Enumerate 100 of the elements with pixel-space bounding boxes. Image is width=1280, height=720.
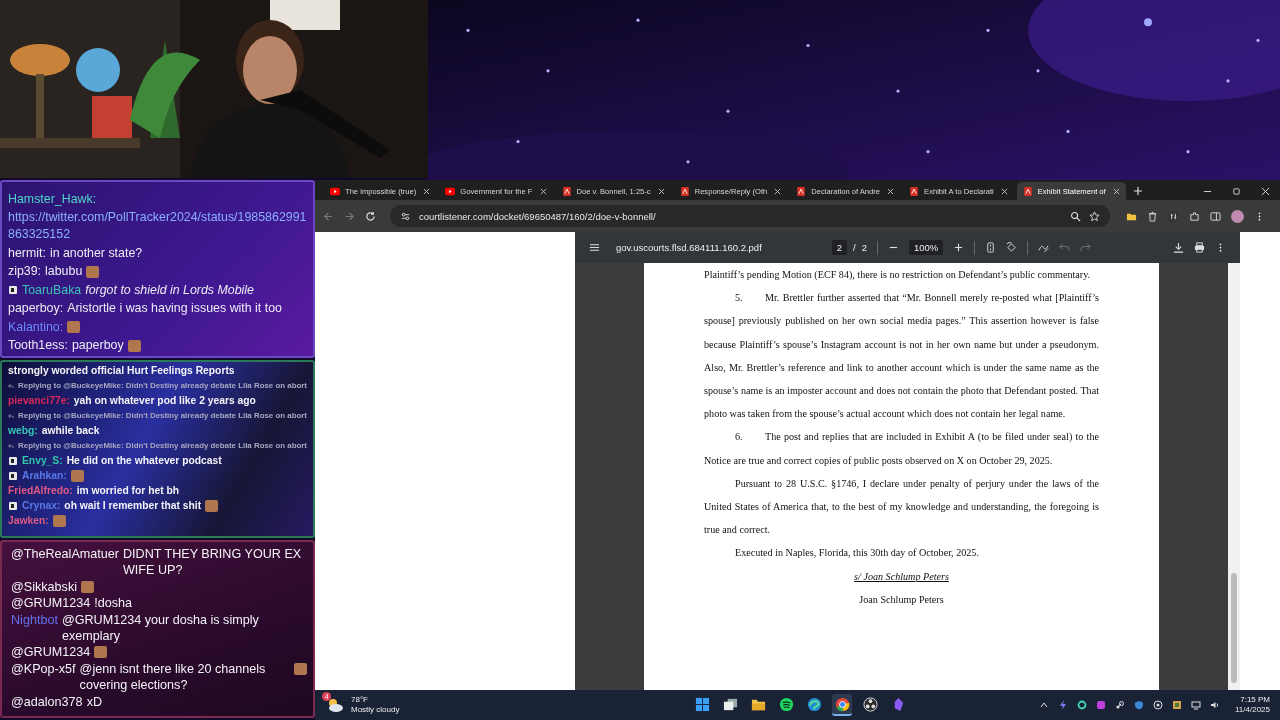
- new-tab-icon[interactable]: [1132, 186, 1143, 196]
- chat-message: @jenn isnt there like 20 channels covering elections?: [79, 660, 267, 694]
- page-separator: /: [853, 242, 856, 253]
- paragraph-text: Pursuant to 28 U.S.C. §1746, I declare under penalty of perjury under the laws of the United States of America that, to the best of my knowledge and understanding, the foregoing is true and correct.: [704, 476, 1099, 538]
- chat-message: labubu: [45, 263, 83, 280]
- chat-message: in another state?: [49, 244, 143, 262]
- chat-username: Hamster_Hawk:: [8, 192, 97, 206]
- chat-username: FriedAlfredo:: [8, 484, 73, 498]
- close-icon[interactable]: [539, 187, 547, 195]
- music-app-icon: [778, 696, 794, 712]
- chat-username: Envy_S:: [22, 454, 63, 468]
- document-icon: [679, 186, 690, 196]
- address-bar[interactable]: courtlistener.com/docket/69650487/160/2/doe-v-bonnell/: [390, 205, 1110, 227]
- reply-arrow-icon: [8, 441, 15, 450]
- close-icon[interactable]: [774, 187, 782, 195]
- close-icon[interactable]: [887, 187, 895, 195]
- page-count: 2: [861, 242, 867, 253]
- app-tray-icon[interactable]: [1096, 700, 1106, 710]
- aperture-icon: [862, 696, 878, 712]
- zoom-level-field[interactable]: 100%: [909, 240, 944, 255]
- reply-arrow-icon: [8, 411, 15, 420]
- chat-username: hermit:: [8, 244, 46, 262]
- chat-username: pievanci77e:: [8, 394, 70, 408]
- chat-username: zip39:: [8, 263, 42, 280]
- download-icon[interactable]: [1173, 242, 1184, 253]
- close-icon[interactable]: [423, 187, 431, 195]
- chat-message: strongly worded official Hurt Feelings Reports: [8, 364, 235, 378]
- document-icon: [1022, 186, 1033, 196]
- star-icon[interactable]: [1089, 210, 1100, 222]
- image-icon[interactable]: [1172, 700, 1182, 710]
- chat-username: @adalon378: [11, 693, 83, 711]
- chat-message: im worried for het bh: [76, 484, 180, 498]
- chat-message: xD: [86, 693, 103, 711]
- close-icon[interactable]: [1000, 187, 1008, 195]
- document-icon: [796, 186, 807, 196]
- taskbar-app[interactable]: [832, 694, 852, 716]
- zoom-icon[interactable]: [1070, 210, 1081, 222]
- fit-page-icon[interactable]: [985, 242, 997, 253]
- paragraph-text: 6. The post and replies that are included in Exhibit A (to be filed under seal) to the Notice are true and correct copies of public posts observed on X on October 29, 2025.: [704, 430, 1099, 468]
- paragraph-text: Plaintiff’s pending Motion (ECF 84), there is no restriction on Defendant’s public commentary.: [704, 268, 1092, 282]
- print-icon[interactable]: [1194, 242, 1205, 253]
- shield-icon[interactable]: [1134, 700, 1144, 710]
- chat-message: paperboy: [71, 337, 124, 354]
- browser-icon: [834, 696, 850, 712]
- paragraph-text: Executed in Naples, Florida, this 30th day of October, 2025.: [734, 546, 980, 561]
- draw-icon[interactable]: [1038, 242, 1050, 253]
- close-icon[interactable]: [1261, 186, 1270, 196]
- chat-username: paperboy:: [8, 300, 64, 317]
- chat-message: forgot to shield in Lords Mobile: [85, 281, 254, 299]
- trash-icon[interactable]: [1147, 210, 1158, 222]
- chat-link[interactable]: https://twitter.com/PollTracker2024/status/1985862991863325152: [8, 208, 307, 244]
- aperture-icon[interactable]: [1153, 700, 1163, 710]
- chat-message: awhile back: [41, 424, 100, 438]
- avatar[interactable]: [1231, 209, 1244, 223]
- signature-line: s/ Joan Schlump Peters: [854, 570, 949, 582]
- clock-date[interactable]: 11/4/2025: [1235, 705, 1270, 715]
- back-icon[interactable]: [323, 210, 334, 222]
- signer-name: Joan Schlump Peters: [859, 593, 944, 605]
- chat-message: He did on the whatever podcast: [66, 454, 222, 468]
- chat-username: webg:: [8, 424, 38, 438]
- speaker-icon[interactable]: [1210, 700, 1220, 710]
- sidebar-icon[interactable]: [1210, 210, 1221, 222]
- chat-message: yah on whatever pod like 2 years ago: [73, 394, 256, 408]
- monitor-icon[interactable]: [1191, 700, 1201, 710]
- ring-icon[interactable]: [1077, 700, 1087, 710]
- chat-username: @KPop-x5f: [11, 660, 76, 678]
- reload-icon[interactable]: [365, 210, 376, 222]
- scrollbar[interactable]: [1228, 263, 1240, 690]
- close-icon[interactable]: [1112, 187, 1120, 195]
- chat-username: @TheRealAmatuer: [11, 546, 119, 563]
- rotate-icon[interactable]: [1006, 242, 1018, 253]
- page-number-field[interactable]: 2: [831, 240, 848, 255]
- swirl-icon: [806, 696, 822, 712]
- zoom-in-icon[interactable]: [953, 242, 965, 253]
- chat-message: !dosha: [94, 595, 133, 612]
- chat-message: oh wait I remember that shit: [64, 499, 202, 513]
- chat-username: Tooth1ess:: [8, 337, 68, 354]
- document-icon: [561, 186, 572, 196]
- paragraph-text: 5. Mr. Brettler further asserted that “Mr. Bonnell merely re-posted what [Plaintiff’s spouse] previously published on her own social media pages.” This assertion however is false because Plaintiff’s spouse’s Instagram account is not in her own name but under a pseudonym. Also, Mr. Brettler’s reference and link to another account which is under the same name as the spouse’s name is an imposter account and does not contain the photo that Defendant posted. That photo was taken from the spouse’s actual account which does not contain her legal name.: [704, 291, 1099, 422]
- url-text: courtlistener.com/docket/69650487/160/2/doe-v-bonnell/: [419, 210, 657, 222]
- chat-username: Crynax:: [22, 499, 61, 513]
- chat-username: @GRUM1234: [11, 595, 91, 612]
- reply-arrow-icon: [8, 381, 15, 390]
- restore-icon[interactable]: [1232, 186, 1241, 196]
- chat-username: Kalantino:: [8, 318, 64, 336]
- document-icon: [909, 186, 920, 196]
- extension-icon[interactable]: [1168, 210, 1179, 222]
- site-info-icon[interactable]: [400, 210, 411, 222]
- chat-message: Aristortle i was having issues with it too: [67, 300, 282, 317]
- chat-username: Arahkan:: [22, 469, 67, 483]
- play-icon: [445, 186, 456, 196]
- weather-condition: Mostly cloudy: [351, 705, 400, 715]
- temperature: 78°F: [351, 695, 369, 705]
- forward-icon[interactable]: [344, 210, 355, 222]
- play-icon: [330, 186, 340, 196]
- clock-time[interactable]: 7:15 PM: [1240, 695, 1270, 705]
- bolt-icon[interactable]: [1058, 700, 1068, 710]
- menu-icon[interactable]: [589, 242, 600, 253]
- close-icon[interactable]: [657, 187, 665, 195]
- caret-icon[interactable]: [1039, 700, 1049, 710]
